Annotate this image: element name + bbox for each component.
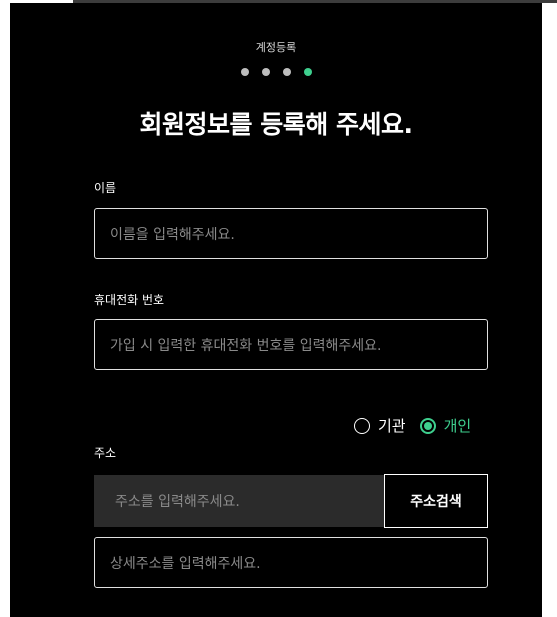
address-detail-input[interactable]: 상세주소를 입력해주세요. xyxy=(94,537,488,588)
address-label: 주소 xyxy=(94,446,117,460)
radio-checked-icon xyxy=(419,417,436,434)
radio-individual[interactable]: 개인 xyxy=(419,415,472,436)
phone-input[interactable]: 가입 시 입력한 휴대전화 번호를 입력해주세요. xyxy=(94,319,488,370)
radio-unchecked-icon xyxy=(354,417,370,434)
radio-organization-label: 기관 xyxy=(378,417,406,435)
name-label: 이름 xyxy=(94,181,117,195)
step-dot-1 xyxy=(240,68,249,76)
radio-individual-label: 개인 xyxy=(443,417,472,435)
address-search-button[interactable]: 주소검색 xyxy=(384,474,488,528)
step-dot-2 xyxy=(261,68,270,76)
address-input[interactable]: 주소를 입력해주세요. xyxy=(94,475,384,527)
radio-organization[interactable]: 기관 xyxy=(354,415,406,436)
member-type-radio-group: 기관 개인 xyxy=(354,415,485,436)
step-label: 계정등록 xyxy=(255,41,297,54)
left-edge xyxy=(0,3,10,617)
right-edge xyxy=(542,3,557,617)
signup-panel: 계정등록 회원정보를 등록해 주세요. 이름 이름을 입력해주세요. 휴대전화 … xyxy=(10,3,542,617)
step-dot-4-active xyxy=(303,68,312,76)
phone-label: 휴대전화 번호 xyxy=(94,293,165,307)
step-progress-dots xyxy=(10,68,542,76)
step-dot-3 xyxy=(282,68,291,76)
name-input[interactable]: 이름을 입력해주세요. xyxy=(94,208,488,259)
page-title: 회원정보를 등록해 주세요. xyxy=(139,110,413,139)
